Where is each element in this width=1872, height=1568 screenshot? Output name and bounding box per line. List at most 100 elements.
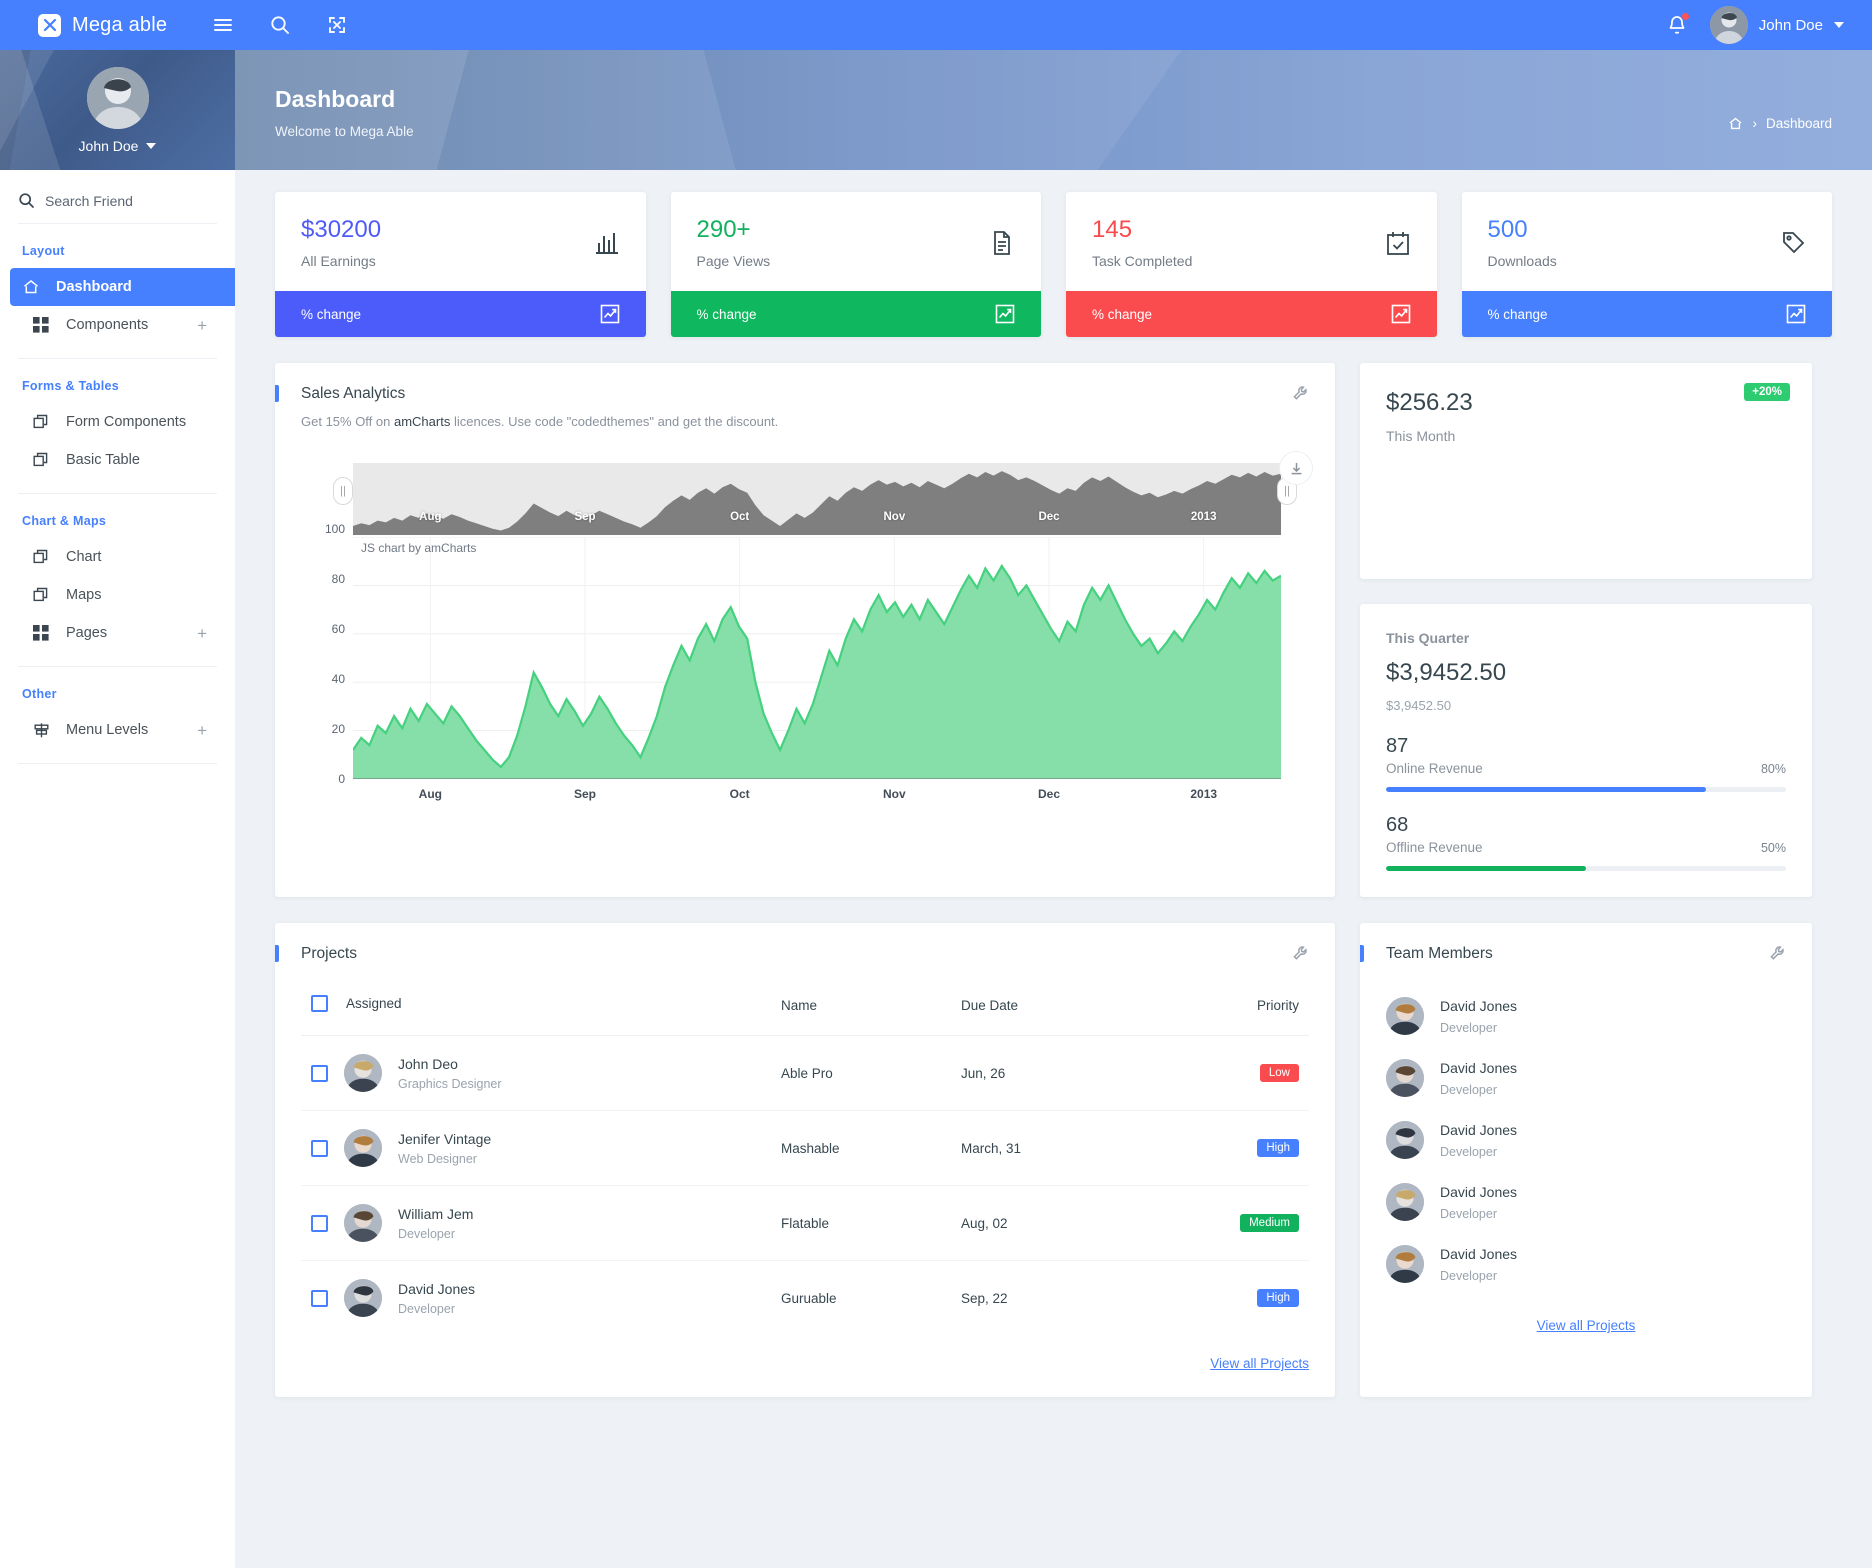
y-axis-tick-label: 80 [331, 572, 345, 586]
revenue-percent: 50% [1760, 841, 1786, 855]
x-logo-icon [38, 13, 61, 37]
expand-plus-icon[interactable]: + [197, 317, 207, 334]
card-title: Team Members [1386, 945, 1493, 962]
fullscreen-icon[interactable] [326, 14, 348, 36]
assignee-name: Jenifer Vintage [398, 1130, 492, 1147]
sidebar-profile-name-row[interactable]: John Doe [79, 138, 157, 154]
search-input[interactable] [45, 192, 195, 209]
wrench-icon[interactable] [1292, 385, 1309, 402]
sidebar-item-form-components[interactable]: Form Components [10, 403, 225, 441]
assigned-cell: David Jones Developer [301, 1261, 771, 1336]
project-name-cell: Guruable [781, 1290, 837, 1306]
sidebar-search[interactable] [18, 170, 217, 224]
stat-card-task-completed[interactable]: 145 Task Completed % change [1066, 192, 1437, 337]
stat-footer-label: % change [696, 306, 757, 322]
download-icon[interactable] [1279, 451, 1313, 485]
list-item[interactable]: David Jones Developer [1386, 1047, 1786, 1109]
stat-card-downloads[interactable]: 500 Downloads % change [1461, 192, 1832, 337]
table-header-row: Assigned Name Due Date Priority [301, 981, 1309, 1036]
chart-y-axis: 0 20 40 60 80 100 [301, 522, 349, 786]
trend-up-icon [1786, 304, 1806, 324]
table-column-header: Priority [1191, 981, 1309, 1036]
scrollbar-left-handle[interactable]: || [333, 477, 353, 505]
projects-table: Assigned Name Due Date Priority John Deo Gra… [301, 981, 1309, 1335]
sidebar-item-chart[interactable]: Chart [10, 538, 225, 576]
wrench-icon[interactable] [1292, 945, 1309, 962]
list-item[interactable]: David Jones Developer [1386, 1233, 1786, 1295]
breadcrumb-current[interactable]: Dashboard [1766, 116, 1832, 131]
stat-card-footer[interactable]: % change [1461, 291, 1832, 337]
trend-up-icon [995, 304, 1015, 324]
this-month-label: This Month [1386, 428, 1456, 444]
hamburger-icon[interactable] [212, 14, 234, 36]
list-item[interactable]: David Jones Developer [1386, 985, 1786, 1047]
page-title: Dashboard [275, 86, 396, 112]
stat-value: 145 [1092, 216, 1133, 243]
sidebar-item-menu-levels[interactable]: Menu Levels + [10, 711, 225, 749]
stat-card-footer[interactable]: % change [275, 291, 646, 337]
row-checkbox[interactable] [311, 1214, 328, 1232]
chart-watermark: JS chart by amCharts [361, 541, 477, 555]
sidebar-item-pages[interactable]: Pages + [10, 614, 225, 652]
brand-logo[interactable]: Mega able [0, 13, 235, 37]
table-body: John Deo Graphics Designer Able Pro Jun, 26… [301, 1035, 1309, 1336]
sidebar-item-components[interactable]: Components + [10, 306, 225, 344]
revenue-value: 68 [1386, 814, 1409, 836]
avatar [1709, 6, 1748, 44]
stat-card-footer[interactable]: % change [670, 291, 1041, 337]
stat-card-all-earnings[interactable]: $30200 All Earnings % change [275, 192, 646, 337]
search-icon [18, 192, 35, 209]
amchart-canvas[interactable]: Aug Sep Oct Nov Dec 2013 || || JS chart by am… [301, 451, 1313, 813]
list-item[interactable]: David Jones Developer [1386, 1109, 1786, 1171]
table-row[interactable]: William Jem Developer Flatable Aug, 02 Mediu… [301, 1185, 1309, 1261]
sidebar-item-maps[interactable]: Maps [10, 576, 225, 614]
stat-footer-label: % change [301, 306, 362, 322]
sidebar-item-label: Dashboard [56, 279, 132, 295]
table-row[interactable]: John Deo Graphics Designer Able Pro Jun, 26… [301, 1035, 1309, 1111]
bell-icon[interactable] [1666, 12, 1690, 36]
x-axis-tick-label: Sep [574, 787, 597, 801]
copy-icon [32, 452, 50, 469]
sidebar-item-label: Chart [66, 549, 102, 565]
expand-plus-icon[interactable]: + [197, 722, 207, 739]
stat-card-page-views[interactable]: 290+ Page Views % change [670, 192, 1041, 337]
stat-card-footer[interactable]: % change [1066, 291, 1437, 337]
row-checkbox[interactable] [311, 1289, 328, 1307]
sales-chart[interactable]: Aug Sep Oct Nov Dec 2013 || || JS chart by am… [275, 447, 1335, 827]
dashboard-page: Mega able John Doe John Doe Search Frien… [0, 0, 1872, 1568]
sidebar-group-title-forms-tables: Forms & Tables [22, 379, 120, 393]
wrench-icon[interactable] [1769, 945, 1786, 962]
projects-header: Projects [275, 923, 1335, 981]
row-checkbox[interactable] [311, 1064, 328, 1082]
view-all-projects-link[interactable]: View all Projects [1537, 1318, 1636, 1333]
bar-chart-icon [594, 230, 620, 256]
stat-value: 290+ [696, 216, 751, 243]
chart-series-area [353, 537, 1281, 779]
table-column-header: Name [771, 981, 951, 1036]
team-members-card: Team Members David Jones Developer David J… [1360, 923, 1812, 1397]
this-quarter-value: $3,9452.50 [1386, 659, 1507, 686]
expand-plus-icon[interactable]: + [197, 625, 207, 642]
row-checkbox[interactable] [311, 1139, 328, 1157]
table-row[interactable]: David Jones Developer Guruable Sep, 22 High [301, 1261, 1309, 1336]
sidebar-item-dashboard[interactable]: Dashboard [10, 268, 235, 306]
view-all-projects-link[interactable]: View all Projects [1210, 1356, 1309, 1371]
chart-scrollbar[interactable] [353, 463, 1281, 535]
user-menu[interactable]: John Doe [1709, 6, 1844, 44]
sidebar-item-basic-table[interactable]: Basic Table [10, 441, 225, 479]
sidebar-item-label: Maps [66, 587, 102, 603]
list-item[interactable]: David Jones Developer [1386, 1171, 1786, 1233]
stat-footer-label: % change [1487, 306, 1548, 322]
select-all-checkbox[interactable] [311, 995, 328, 1012]
home-icon[interactable] [1728, 116, 1743, 131]
stat-cards: $30200 All Earnings % change 290+ Page Views… [275, 170, 1832, 337]
revenue-value: 87 [1386, 735, 1409, 757]
avatar [344, 1129, 382, 1167]
assignee-role: Developer [398, 1301, 455, 1316]
search-icon[interactable] [269, 14, 291, 36]
table-row[interactable]: Jenifer Vintage Web Designer Mashable March… [301, 1110, 1309, 1186]
assigned-cell: Jenifer Vintage Web Designer [301, 1110, 771, 1186]
chevron-down-icon [1834, 22, 1844, 28]
main-content: $30200 All Earnings % change 290+ Page Views… [235, 170, 1872, 1568]
revenue-block-online-revenue: 87 Online Revenue 80% [1386, 735, 1786, 792]
